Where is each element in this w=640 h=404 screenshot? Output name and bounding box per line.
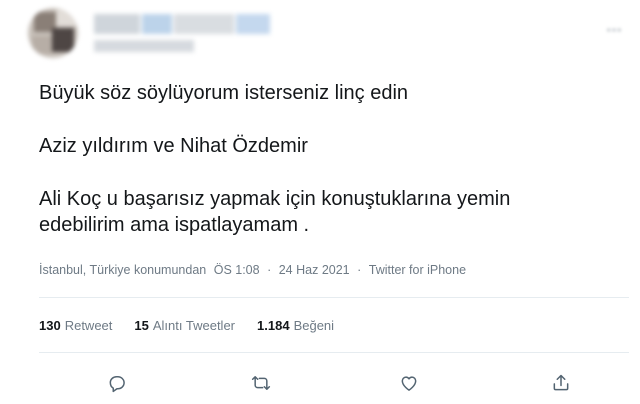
tweet-line: Ali Koç u başarısız yapmak için konuştuk…	[39, 188, 511, 210]
like-label: Beğeni	[293, 318, 335, 333]
more-icon[interactable]	[602, 20, 626, 40]
tweet-line: Aziz yıldırım ve Nihat Özdemir	[39, 135, 308, 157]
retweet-button[interactable]	[246, 368, 276, 398]
display-name-blurred[interactable]	[94, 14, 274, 34]
tweet-stats: 130 Retweet 15 Alıntı Tweetler 1.184 Beğeni	[39, 318, 334, 333]
handle-blurred[interactable]	[94, 40, 194, 52]
action-bar	[0, 368, 640, 398]
tweet-line: Büyük söz söylüyorum isterseniz linç edi…	[39, 82, 409, 104]
retweet-label: Retweet	[64, 318, 113, 333]
share-button[interactable]	[546, 368, 576, 398]
share-icon	[553, 374, 569, 391]
avatar-pixel	[32, 36, 52, 54]
avatar-pixel	[56, 10, 76, 26]
blur-block	[236, 14, 270, 34]
tweet-source[interactable]: Twitter for iPhone	[369, 263, 466, 277]
divider	[39, 297, 629, 298]
divider	[39, 352, 629, 353]
reply-button[interactable]	[102, 368, 132, 398]
avatar[interactable]	[28, 8, 78, 58]
retweet-stat[interactable]: 130 Retweet	[39, 318, 112, 333]
location-link[interactable]: İstanbul, Türkiye konumundan	[39, 263, 206, 277]
quote-label: Alıntı Tweetler	[152, 318, 236, 333]
retweet-count: 130	[39, 318, 61, 333]
tweet-header	[28, 6, 628, 58]
blur-block	[94, 14, 140, 34]
blur-block	[174, 14, 234, 34]
like-button[interactable]	[394, 368, 424, 398]
like-stat[interactable]: 1.184 Beğeni	[257, 318, 334, 333]
meta-separator: ·	[267, 263, 272, 277]
tweet-time[interactable]: ÖS 1:08	[214, 263, 260, 277]
tweet-text: Büyük söz söylüyorum isterseniz linç edi…	[39, 80, 629, 238]
tweet-line: edebilirim ama ispatlayamam .	[39, 214, 310, 236]
like-count: 1.184	[257, 318, 290, 333]
blur-block	[142, 14, 172, 34]
tweet-meta: İstanbul, Türkiye konumundan ÖS 1:08 · 2…	[39, 263, 466, 277]
retweet-icon	[251, 376, 271, 390]
meta-separator: ·	[357, 263, 362, 277]
tweet-card: Büyük söz söylüyorum isterseniz linç edi…	[0, 0, 640, 404]
avatar-pixel	[52, 28, 74, 52]
reply-icon	[109, 376, 125, 393]
quote-count: 15	[134, 318, 149, 333]
tweet-date[interactable]: 24 Haz 2021	[279, 263, 350, 277]
heart-icon	[401, 376, 417, 391]
quote-stat[interactable]: 15 Alıntı Tweetler	[134, 318, 235, 333]
